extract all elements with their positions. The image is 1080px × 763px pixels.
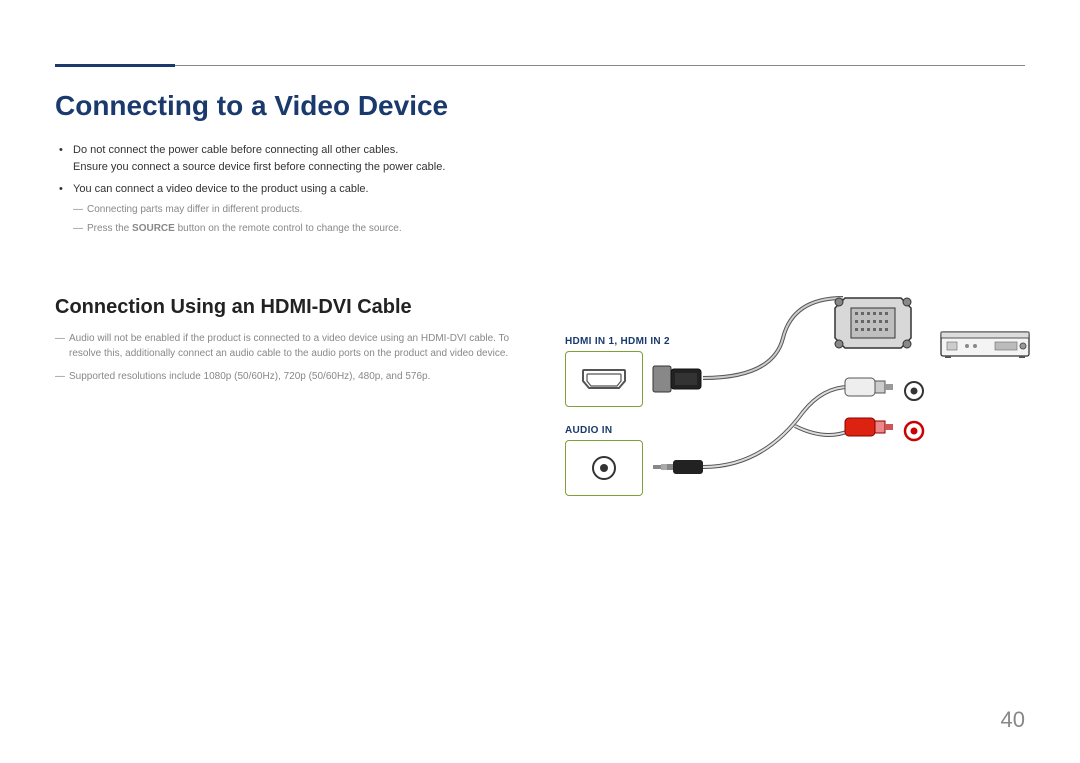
- thin-rule: [55, 65, 1025, 66]
- bullet-item: Do not connect the power cable before co…: [73, 142, 1025, 175]
- note-line: Connecting parts may differ in different…: [73, 202, 1025, 217]
- top-rule: [55, 55, 1025, 58]
- bullet-line: You can connect a video device to the pr…: [73, 183, 369, 195]
- note-line: Press the SOURCE button on the remote co…: [73, 221, 1025, 236]
- note-line: Supported resolutions include 1080p (50/…: [55, 369, 535, 384]
- video-device-icon: [941, 332, 1029, 358]
- bullet-list: Do not connect the power cable before co…: [55, 142, 1025, 236]
- note-line: Audio will not be enabled if the product…: [55, 331, 535, 361]
- bullet-item: You can connect a video device to the pr…: [73, 181, 1025, 236]
- sub-heading: Connection Using an HDMI-DVI Cable: [55, 296, 535, 319]
- diagram-column: HDMI IN 1, HDMI IN 2 AUDIO IN: [565, 296, 1025, 384]
- left-column: Connection Using an HDMI-DVI Cable Audio…: [55, 296, 535, 384]
- thick-rule-accent: [55, 64, 175, 67]
- page-number: 40: [1001, 707, 1025, 733]
- subsection: Connection Using an HDMI-DVI Cable Audio…: [55, 296, 1025, 384]
- connection-diagram: [565, 296, 1035, 526]
- bullet-line: Ensure you connect a source device first…: [73, 161, 445, 173]
- bullet-line: Do not connect the power cable before co…: [73, 144, 398, 156]
- section-heading: Connecting to a Video Device: [55, 90, 1025, 122]
